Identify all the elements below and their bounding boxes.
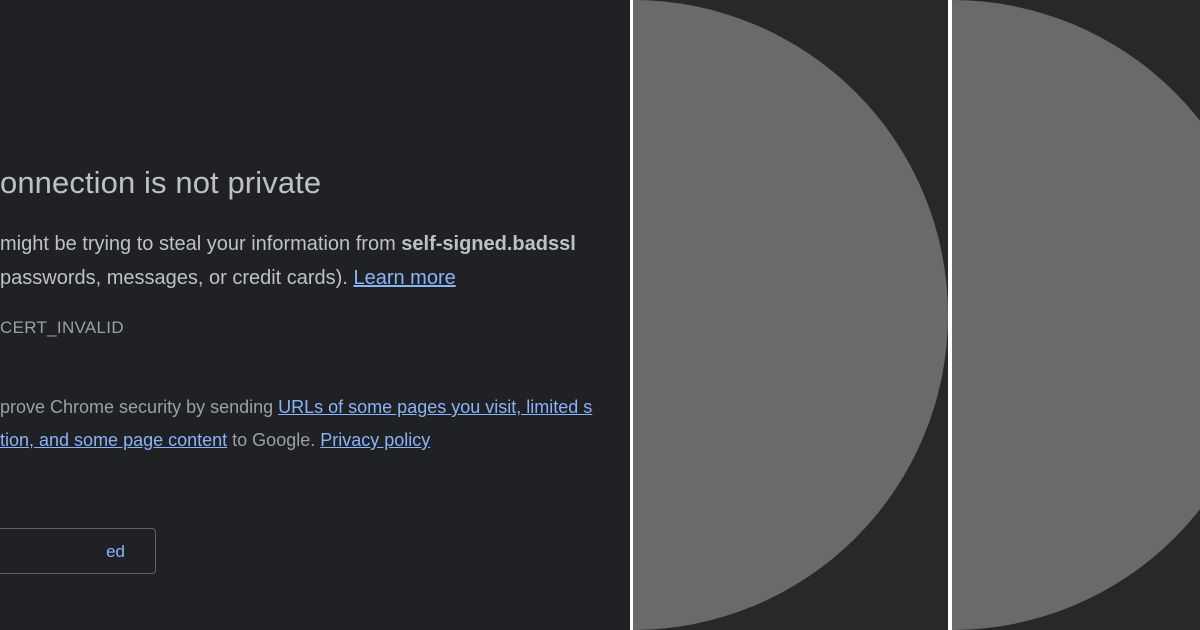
page-content-link[interactable]: tion, and some page content (0, 430, 227, 450)
advanced-button-label: ed (106, 542, 125, 561)
placeholder-half-circle (952, 0, 1200, 630)
safe-browsing-optin-line-2: tion, and some page content to Google. P… (0, 423, 430, 457)
optin-text-2: to Google. (227, 430, 321, 450)
page-title: onnection is not private (0, 165, 321, 201)
page-title-text: onnection is not private (0, 165, 322, 200)
site-domain: self-signed.badssl (401, 233, 576, 255)
error-code: CERT_INVALID (0, 318, 124, 338)
screenshot-frame: onnection is not private might be trying… (0, 0, 1200, 630)
warning-message-text-2: passwords, messages, or credit cards). (0, 267, 354, 289)
safe-browsing-optin-line-1: prove Chrome security by sending URLs of… (0, 390, 592, 424)
warning-message-text: might be trying to steal your informatio… (0, 233, 402, 255)
advanced-button[interactable]: ed (0, 528, 156, 574)
optin-text: prove Chrome security by sending (0, 397, 279, 417)
placeholder-half-circle (633, 0, 948, 630)
image-placeholder-panel-2 (952, 0, 1200, 630)
error-code-text: CERT_INVALID (0, 318, 124, 337)
privacy-error-page: onnection is not private might be trying… (0, 0, 630, 630)
privacy-policy-link[interactable]: Privacy policy (320, 430, 430, 450)
urls-info-link[interactable]: URLs of some pages you visit, limited s (278, 397, 592, 417)
learn-more-link[interactable]: Learn more (353, 267, 455, 289)
warning-message-line-1: might be trying to steal your informatio… (0, 227, 576, 261)
image-placeholder-panel-1 (633, 0, 948, 630)
warning-message-line-2: passwords, messages, or credit cards). L… (0, 261, 456, 295)
